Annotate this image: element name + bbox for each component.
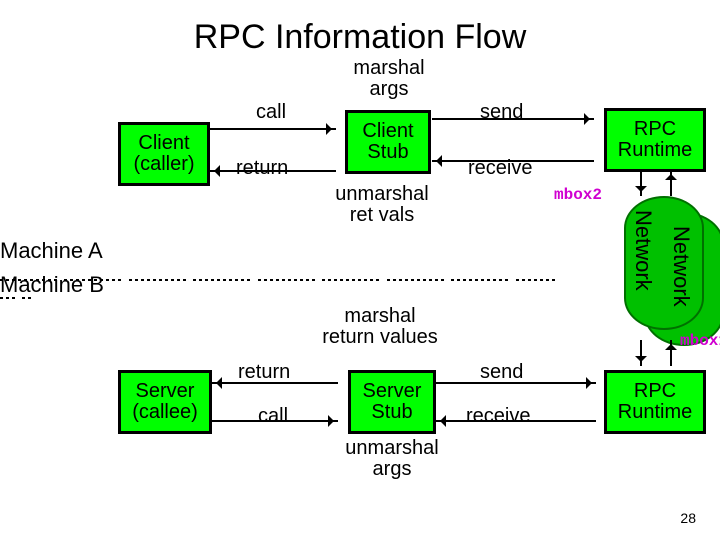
server-stub-line1: Server: [363, 381, 422, 402]
arrow-rt-to-net-down: [640, 170, 642, 196]
rpc-runtime-top-box: RPC Runtime: [604, 108, 706, 172]
client-stub-line1: Client: [362, 121, 413, 142]
client-box-line2: (caller): [133, 154, 194, 175]
label-marshal-args: marshal args: [344, 58, 434, 100]
label-return-bot: return: [238, 362, 290, 383]
label-call-top: call: [256, 102, 286, 123]
rpc-runtime-bot-line1: RPC: [634, 381, 676, 402]
mbox2-label: mbox2: [554, 186, 602, 204]
arrow-rb-to-net-up: [670, 340, 672, 366]
client-stub-box: Client Stub: [345, 110, 431, 174]
label-unmarshal-ret: unmarshal ret vals: [322, 184, 442, 226]
client-box-line1: Client: [138, 133, 189, 154]
server-box-line2: (callee): [132, 402, 198, 423]
label-return-top: return: [236, 158, 288, 179]
label-receive-top: receive: [468, 158, 532, 179]
rpc-runtime-bot-line2: Runtime: [618, 402, 692, 423]
rpc-runtime-bot-box: RPC Runtime: [604, 370, 706, 434]
label-unmarshal-args: unmarshal args: [332, 438, 452, 480]
server-stub-box: Server Stub: [348, 370, 436, 434]
page-number: 28: [680, 510, 696, 526]
server-stub-line2: Stub: [371, 402, 412, 423]
label-marshal-ret: marshal return values: [300, 306, 460, 348]
arrow-net-to-rt-up: [670, 170, 672, 196]
server-box-line1: Server: [136, 381, 195, 402]
label-send-top: send: [480, 102, 523, 123]
client-box: Client (caller): [118, 122, 210, 186]
client-stub-line2: Stub: [367, 142, 408, 163]
mbox1-label: mbox1: [680, 332, 720, 350]
machine-b-label: Machine B: [0, 272, 104, 298]
label-receive-bot: receive: [466, 406, 530, 427]
arrow-net-to-rb-down: [640, 340, 642, 366]
rpc-runtime-top-line2: Runtime: [618, 140, 692, 161]
machine-divider: [0, 268, 560, 270]
network-label-2: Network: [668, 226, 694, 307]
label-send-bot: send: [480, 362, 523, 383]
server-box: Server (callee): [118, 370, 212, 434]
network-label-1: Network: [630, 210, 656, 291]
page-title: RPC Information Flow: [0, 18, 720, 57]
rpc-runtime-top-line1: RPC: [634, 119, 676, 140]
arrow-call-top: [210, 128, 336, 130]
machine-a-label: Machine A: [0, 238, 103, 264]
label-call-bot: call: [258, 406, 288, 427]
